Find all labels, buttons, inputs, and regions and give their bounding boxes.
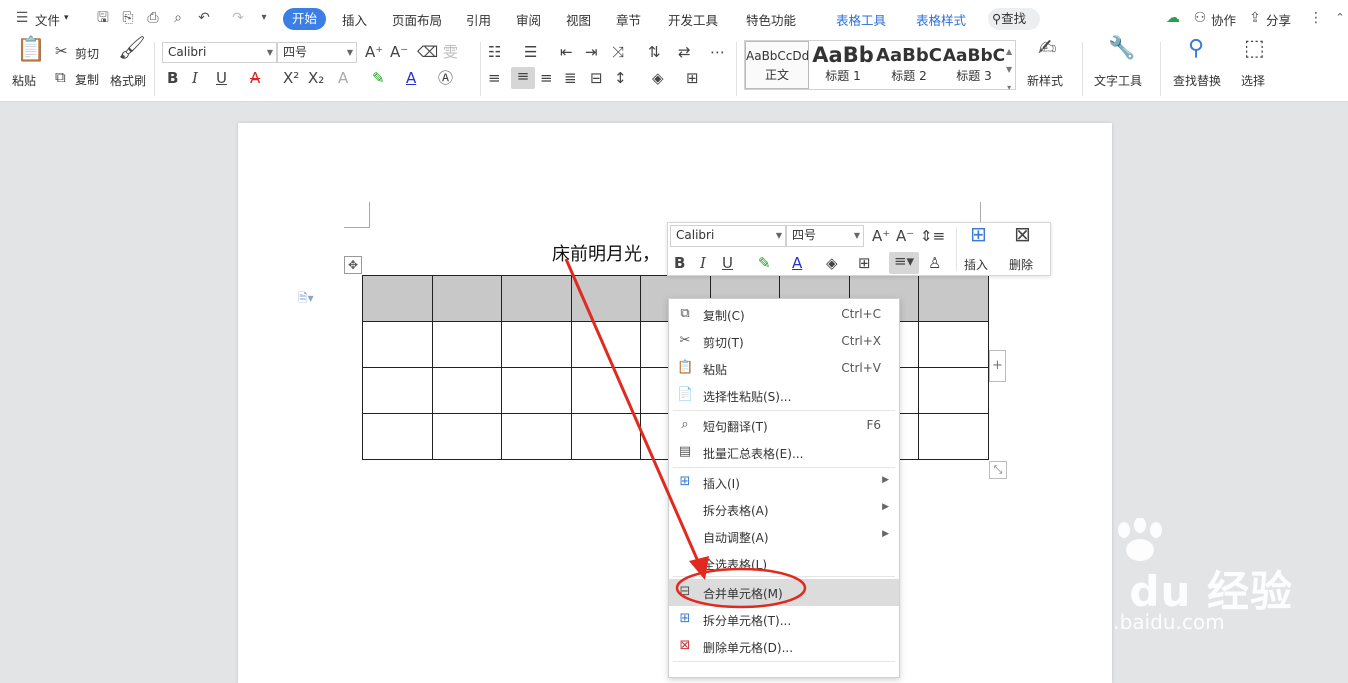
watermark-url: jingyan.baidu.com (1040, 610, 1225, 634)
annotation-ellipse (675, 567, 807, 609)
annotation-arrow (564, 258, 702, 567)
paw-logo-svg (1118, 517, 1162, 561)
paw-logo-icon (1110, 517, 1170, 561)
